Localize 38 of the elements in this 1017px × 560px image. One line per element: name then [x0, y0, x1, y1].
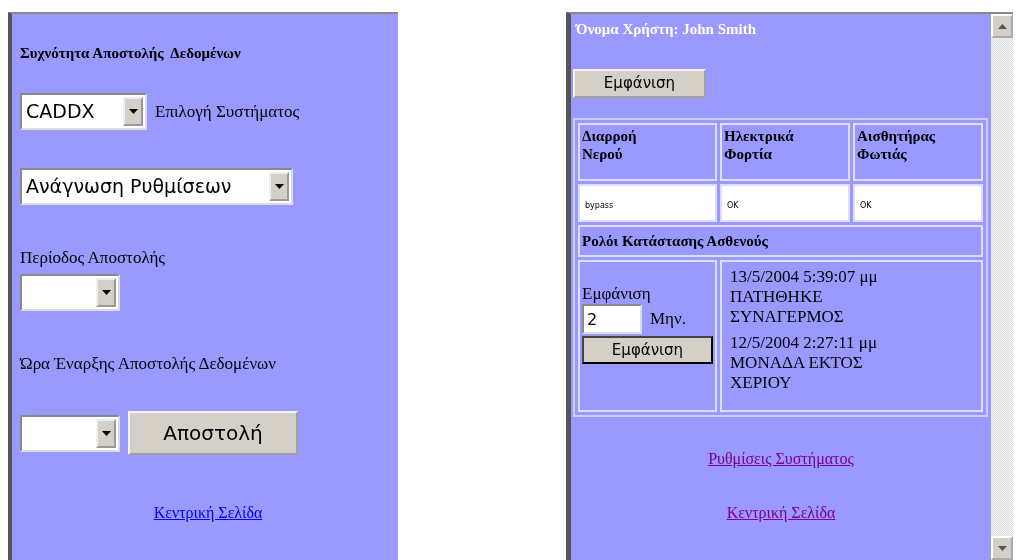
- dropdown[interactable]: Ανάγνωση Ρυθμίσεων: [20, 168, 293, 205]
- table-cell-text: OK: [859, 201, 872, 210]
- unit-label: Μην.: [650, 309, 686, 329]
- column-header: Αισθητήρας Φωτιάς: [857, 127, 937, 163]
- column-header: Ηλεκτρικά Φορτία: [724, 127, 795, 163]
- caret-icon: [274, 184, 284, 189]
- link[interactable]: Ρυθμίσεις Συστήματος: [708, 450, 854, 467]
- link[interactable]: Κεντρική Σελίδα: [726, 504, 836, 521]
- show-button[interactable]: Εμφάνιση: [573, 69, 706, 98]
- dropdown[interactable]: [20, 274, 120, 311]
- dropdown[interactable]: [20, 414, 120, 452]
- label: Εμφάνιση: [582, 284, 652, 304]
- down-arrow-icon: [997, 545, 1007, 551]
- send-button[interactable]: Αποστολή: [128, 411, 298, 455]
- link[interactable]: Κεντρική Σελίδα: [153, 504, 263, 521]
- caret-icon: [128, 109, 138, 114]
- dropdown[interactable]: CADDX: [20, 93, 147, 130]
- show-button[interactable]: Εμφάνιση: [582, 336, 713, 364]
- event-message: ΜΟΝΑΔΑ ΕΚΤΟΣ ΧΕΡΙΟΥ: [730, 353, 864, 393]
- user-name-title: Όνομα Χρήστη: John Smith: [574, 20, 757, 38]
- heading: Συχνότητα Αποστολής Δεδομένων: [20, 44, 242, 62]
- event-message: ΠΑΤΗΘΗΚΕ ΣΥΝΑΓΕΡΜΟΣ: [730, 287, 845, 327]
- up-arrow-icon: [997, 23, 1007, 29]
- label: Ώρα Έναρξης Αποστολής Δεδομένων: [20, 354, 276, 373]
- scrollbar[interactable]: [991, 14, 1013, 560]
- label: Περίοδος Αποστολής: [20, 248, 166, 267]
- column-header: Διαρροή Νερού: [582, 127, 638, 163]
- event-date: 12/5/2004 2:27:11 μμ: [730, 333, 878, 353]
- label: Επιλογή Συστήματος: [155, 101, 300, 122]
- section-title: Ρολόι Κατάστασης Ασθενούς: [582, 233, 768, 249]
- months-field[interactable]: 2: [582, 304, 642, 334]
- scroll-down-button[interactable]: [991, 536, 1013, 560]
- caret-icon: [101, 430, 111, 436]
- table-cell-text: OK: [726, 201, 739, 210]
- caret-icon: [101, 290, 111, 295]
- event-date: 13/5/2004 5:39:07 μμ: [730, 267, 879, 287]
- scroll-up-button[interactable]: [991, 14, 1013, 38]
- table-cell-text: bypass: [584, 201, 614, 210]
